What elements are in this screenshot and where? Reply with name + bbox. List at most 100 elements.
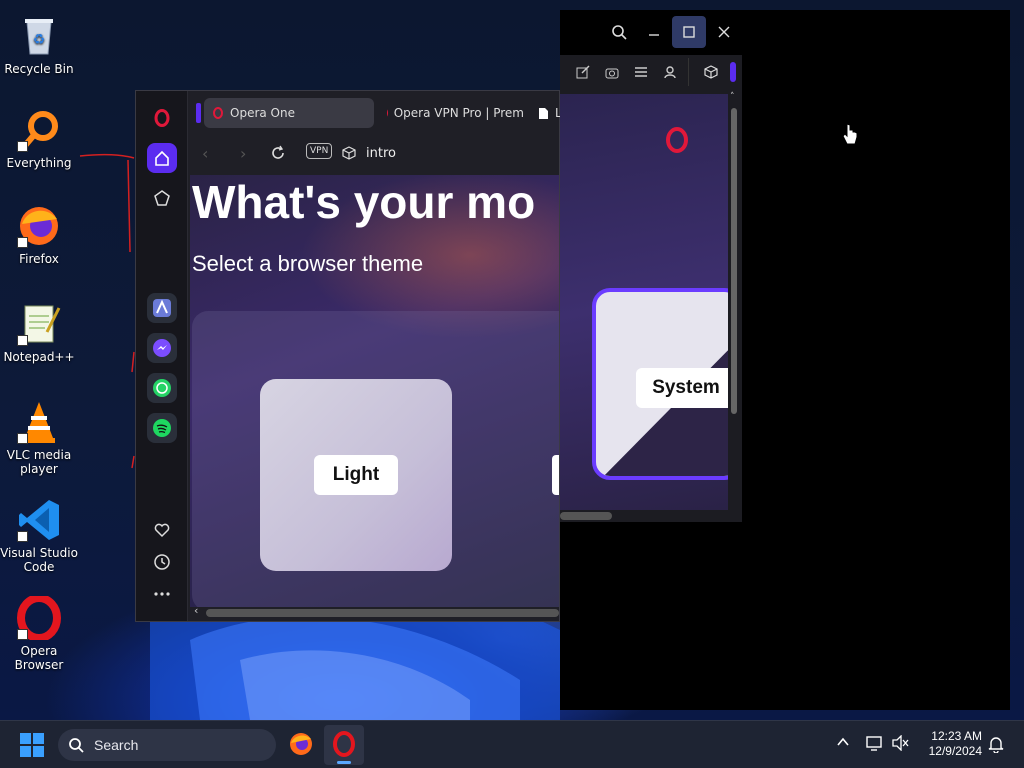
clock-icon — [154, 554, 170, 570]
page-content-right: System — [560, 94, 728, 510]
browser-toolbar-right — [560, 58, 742, 86]
speaker-muted-icon — [892, 734, 909, 752]
settings-sliders-icon — [635, 67, 647, 77]
workspace-indicator — [196, 103, 201, 123]
opera-logo-icon — [666, 127, 688, 153]
easy-setup-button[interactable] — [633, 64, 649, 80]
show-hidden-icons-button[interactable] — [836, 735, 850, 753]
recycle-bin-icon: ♻ — [17, 14, 61, 58]
taskbar-opera[interactable] — [324, 725, 364, 765]
page-headline: What's your mo — [192, 176, 536, 228]
theme-card-light[interactable]: Light — [260, 379, 452, 571]
volume-button[interactable] — [892, 734, 910, 755]
forward-button[interactable]: › — [240, 144, 246, 163]
opera-browser-window: Opera One Opera VPN Pro | Prem L ‹ › VPN… — [135, 90, 562, 622]
clock-date: 12/9/2024 — [928, 744, 982, 758]
taskbar-firefox[interactable] — [288, 731, 314, 761]
scroll-thumb[interactable] — [731, 108, 737, 414]
scroll-up-arrow[interactable]: ˄ — [730, 92, 735, 102]
page-subheadline: Select a browser theme — [192, 251, 424, 276]
sidebar-history-button[interactable] — [147, 547, 177, 577]
edit-button[interactable] — [575, 64, 591, 80]
theme-label-dark-partial — [552, 455, 559, 495]
toolbar-divider — [688, 58, 689, 86]
notifications-button[interactable] — [988, 735, 1004, 757]
scroll-thumb[interactable] — [206, 609, 559, 617]
desktop-icon-label: Recycle Bin — [4, 62, 74, 76]
edit-icon — [576, 65, 590, 79]
opera-menu-button[interactable] — [147, 103, 177, 133]
url-text[interactable]: intro — [366, 146, 396, 161]
opera-sidebar — [136, 91, 188, 621]
horizontal-scrollbar[interactable]: ‹ — [192, 604, 559, 619]
search-icon — [612, 25, 627, 40]
page-content: What's your mo Select a browser theme Li… — [190, 175, 559, 607]
chevron-up-icon — [837, 737, 849, 746]
scroll-left-arrow[interactable]: ‹ — [194, 604, 198, 617]
network-button[interactable] — [866, 735, 884, 755]
sidebar-aria-button[interactable] — [147, 293, 177, 323]
sidebar-spotify-button[interactable] — [147, 413, 177, 443]
sidebar-pinboard-button[interactable] — [147, 183, 177, 213]
profile-button[interactable] — [662, 64, 678, 80]
hand-cursor-icon — [842, 123, 858, 145]
sidebar-favorites-button[interactable] — [147, 515, 177, 545]
minimize-button[interactable] — [637, 16, 671, 48]
cube-icon[interactable] — [342, 146, 356, 160]
document-icon — [539, 107, 548, 119]
scroll-thumb[interactable] — [560, 512, 612, 520]
horizontal-scrollbar-right[interactable] — [560, 510, 742, 522]
sidebar-home-button[interactable] — [147, 143, 177, 173]
vertical-scrollbar[interactable]: ˄ — [728, 92, 740, 510]
close-button[interactable] — [707, 16, 741, 48]
close-icon — [718, 26, 730, 38]
maximize-button[interactable] — [672, 16, 706, 48]
search-label: Search — [94, 737, 139, 753]
taskbar-search[interactable]: Search — [58, 729, 276, 761]
heart-icon — [154, 523, 170, 538]
minimize-icon — [649, 34, 659, 36]
cube-icon — [704, 65, 718, 79]
active-indicator — [337, 761, 351, 764]
reload-button[interactable] — [270, 145, 286, 161]
start-button[interactable] — [20, 733, 44, 761]
opera-icon — [333, 731, 355, 757]
taskbar: Search 12:23 AM 12/9/2024 — [0, 720, 1024, 768]
tab-opera-one[interactable]: Opera One — [204, 98, 374, 128]
more-dots-icon — [154, 592, 170, 596]
extensions-button[interactable] — [703, 64, 719, 80]
clock[interactable]: 12:23 AM 12/9/2024 — [929, 729, 982, 759]
tab-opera-vpn[interactable]: Opera VPN Pro | Prem — [378, 98, 524, 128]
user-icon — [664, 66, 676, 79]
shortcut-arrow-icon — [17, 629, 28, 640]
sidebar-messenger-button[interactable] — [147, 333, 177, 363]
search-tabs-button[interactable] — [602, 16, 636, 48]
sidebar-whatsapp-button[interactable] — [147, 373, 177, 403]
bell-icon — [988, 737, 1004, 754]
maximize-icon — [683, 26, 695, 38]
annotation-marks — [79, 153, 135, 469]
desktop-icon-recycle-bin[interactable]: ♻ Recycle Bin — [0, 14, 78, 76]
tab-label: Opera One — [230, 106, 295, 120]
spotify-icon — [153, 419, 171, 437]
vpn-badge[interactable]: VPN — [306, 143, 333, 159]
tab-label: Opera VPN Pro | Prem — [393, 106, 524, 120]
network-icon — [866, 736, 882, 751]
whatsapp-icon — [153, 379, 171, 397]
tab-bar: Opera One Opera VPN Pro | Prem L — [192, 95, 562, 129]
opera-logo-icon — [387, 109, 388, 117]
opera-logo-icon — [154, 109, 170, 127]
theme-card-system[interactable]: System — [592, 288, 728, 480]
back-button[interactable]: ‹ — [202, 144, 208, 163]
firefox-icon — [290, 733, 312, 755]
messenger-icon — [153, 339, 171, 357]
sidebar-more-button[interactable] — [147, 579, 177, 609]
snapshot-button[interactable] — [604, 64, 620, 80]
camera-icon — [605, 68, 619, 79]
clock-time: 12:23 AM — [931, 729, 982, 743]
workspace-indicator — [730, 62, 736, 82]
aria-icon — [153, 299, 171, 317]
window-controls — [560, 12, 750, 52]
windows-logo-icon — [20, 733, 44, 757]
theme-label-light: Light — [314, 455, 398, 495]
